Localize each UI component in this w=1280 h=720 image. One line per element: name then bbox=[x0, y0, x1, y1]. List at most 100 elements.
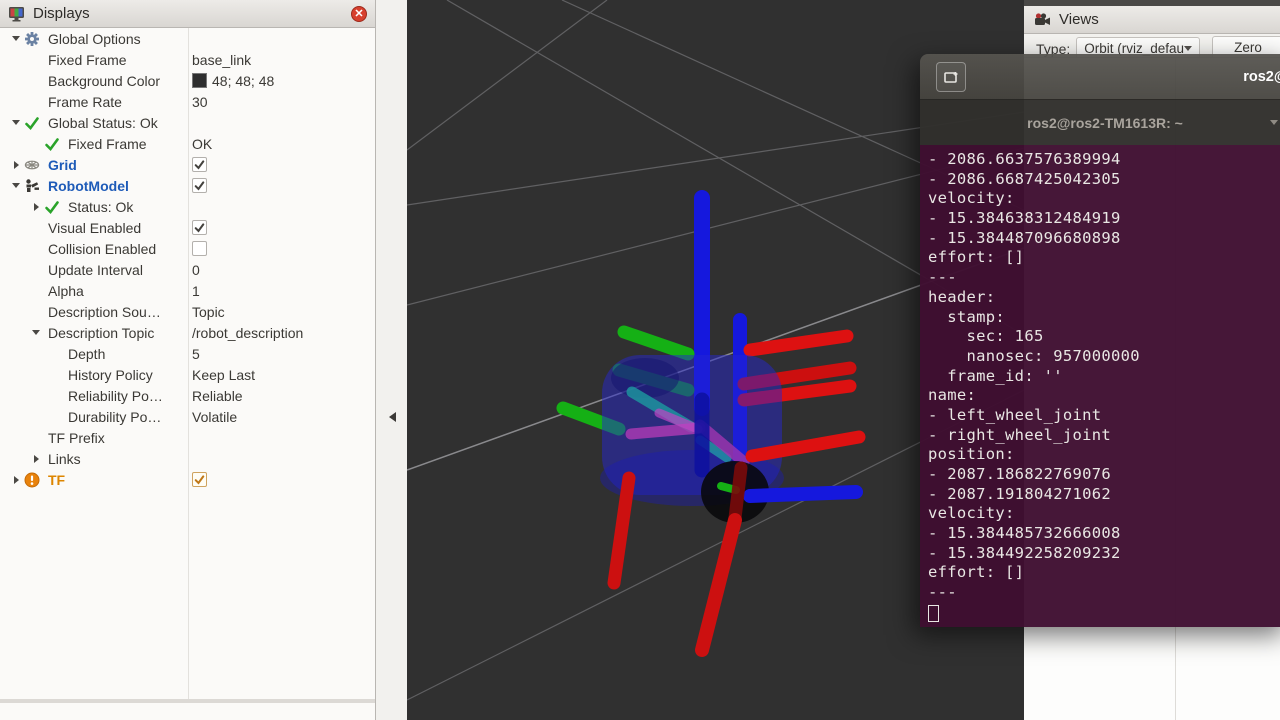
tree-row-collision-enabled[interactable]: Collision Enabled bbox=[0, 238, 375, 259]
property-value[interactable]: 5 bbox=[192, 346, 200, 362]
tree-row-description-topic[interactable]: Description Topic/robot_description bbox=[0, 322, 375, 343]
tree-row-label: Frame Rate bbox=[48, 94, 122, 110]
tree-row-global-status-ok[interactable]: Global Status: Ok bbox=[0, 112, 375, 133]
views-panel-icon bbox=[1034, 12, 1051, 28]
property-value[interactable]: OK bbox=[192, 136, 212, 152]
terminal-window-title: ros2@ bbox=[1243, 54, 1280, 100]
check-icon bbox=[24, 115, 44, 131]
rviz-application-window: Displays ✕ Global Options Fixed Frame base… bbox=[0, 0, 1280, 720]
close-icon[interactable]: ✕ bbox=[351, 6, 367, 22]
checkbox-visual-enabled[interactable] bbox=[192, 220, 207, 235]
terminal-window: ros2@ ros2@ros2-TM1613R: ~ - 2086.663757… bbox=[920, 54, 1280, 627]
property-value[interactable]: Reliable bbox=[192, 388, 243, 404]
expander-closed-icon[interactable] bbox=[8, 476, 24, 484]
terminal-output[interactable]: - 2086.6637576389994- 2086.6687425042305… bbox=[920, 145, 1280, 627]
terminal-line: header: bbox=[928, 288, 1280, 308]
tree-row-links[interactable]: Links bbox=[0, 448, 375, 469]
tree-row-fixed-frame[interactable]: Fixed Frame OK bbox=[0, 133, 375, 154]
terminal-tab[interactable]: ros2@ros2-TM1613R: ~ bbox=[1027, 115, 1183, 131]
tree-row-global-options[interactable]: Global Options bbox=[0, 28, 375, 49]
property-value[interactable]: 30 bbox=[192, 94, 208, 110]
terminal-header-bar[interactable]: ros2@ bbox=[920, 54, 1280, 100]
panel-splitter[interactable] bbox=[376, 0, 407, 720]
tree-row-label: Background Color bbox=[48, 73, 160, 89]
tree-row-status-ok[interactable]: Status: Ok bbox=[0, 196, 375, 217]
displays-panel-title: Displays bbox=[33, 5, 343, 22]
tree-row-background-color[interactable]: Background Color 48; 48; 48 bbox=[0, 70, 375, 91]
tree-row-durability-po[interactable]: Durability Po… Volatile bbox=[0, 406, 375, 427]
tree-row-label: Status: Ok bbox=[68, 199, 133, 215]
expander-open-icon[interactable] bbox=[28, 330, 44, 335]
displays-panel-titlebar[interactable]: Displays ✕ bbox=[0, 0, 375, 28]
checkbox-collision-enabled[interactable] bbox=[192, 241, 207, 256]
new-tab-icon bbox=[943, 69, 960, 85]
tree-row-reliability-po[interactable]: Reliability Po… Reliable bbox=[0, 385, 375, 406]
tree-row-description-sou[interactable]: Description Sou…Topic bbox=[0, 301, 375, 322]
robot-icon bbox=[24, 178, 44, 194]
tree-row-label: Reliability Po… bbox=[68, 388, 163, 404]
tree-row-label: TF bbox=[48, 472, 65, 488]
expander-open-icon[interactable] bbox=[8, 120, 24, 125]
terminal-line: - 2086.6687425042305 bbox=[928, 170, 1280, 190]
property-value[interactable]: Topic bbox=[192, 304, 225, 320]
color-swatch bbox=[192, 73, 207, 88]
tree-row-label: Global Options bbox=[48, 31, 141, 47]
expander-closed-icon[interactable] bbox=[28, 455, 44, 463]
tree-row-label: Durability Po… bbox=[68, 409, 161, 425]
collapse-left-icon[interactable] bbox=[389, 412, 396, 422]
tree-row-depth[interactable]: Depth 5 bbox=[0, 343, 375, 364]
tree-row-label: Grid bbox=[48, 157, 77, 173]
expander-open-icon[interactable] bbox=[8, 36, 24, 41]
checkbox-grid[interactable] bbox=[192, 157, 207, 172]
property-value[interactable]: 48; 48; 48 bbox=[212, 73, 274, 89]
expander-closed-icon[interactable] bbox=[8, 161, 24, 169]
displays-panel-bottom-splitter[interactable] bbox=[0, 699, 375, 720]
tab-list-chevron-icon[interactable] bbox=[1270, 120, 1278, 125]
property-value[interactable]: 1 bbox=[192, 283, 200, 299]
terminal-line: position: bbox=[928, 445, 1280, 465]
terminal-line: - 2087.186822769076 bbox=[928, 465, 1280, 485]
terminal-line: effort: [] bbox=[928, 563, 1280, 583]
tree-row-history-policy[interactable]: History PolicyKeep Last bbox=[0, 364, 375, 385]
tree-row-tf[interactable]: TF bbox=[0, 469, 375, 490]
tree-row-label: Collision Enabled bbox=[48, 241, 156, 257]
check-icon bbox=[44, 199, 64, 215]
tree-row-robotmodel[interactable]: RobotModel bbox=[0, 175, 375, 196]
robot-model bbox=[563, 198, 859, 650]
views-panel-titlebar[interactable]: Views bbox=[1024, 6, 1280, 34]
checkbox-robotmodel[interactable] bbox=[192, 178, 207, 193]
property-value[interactable]: Keep Last bbox=[192, 367, 255, 383]
terminal-line: - 15.384485732666008 bbox=[928, 524, 1280, 544]
terminal-line: - right_wheel_joint bbox=[928, 426, 1280, 446]
terminal-cursor bbox=[928, 605, 939, 622]
tree-row-label: Depth bbox=[68, 346, 105, 362]
tree-row-fixed-frame[interactable]: Fixed Frame base_link bbox=[0, 49, 375, 70]
terminal-line: velocity: bbox=[928, 189, 1280, 209]
property-value[interactable]: /robot_description bbox=[192, 325, 303, 341]
tree-row-tf-prefix[interactable]: TF Prefix bbox=[0, 427, 375, 448]
expander-open-icon[interactable] bbox=[8, 183, 24, 188]
property-value[interactable]: Volatile bbox=[192, 409, 237, 425]
tree-row-label: Fixed Frame bbox=[68, 136, 147, 152]
checkbox-tf[interactable] bbox=[192, 472, 207, 487]
displays-property-tree: Global Options Fixed Frame base_link Backgr… bbox=[0, 28, 375, 700]
terminal-line: nanosec: 957000000 bbox=[928, 347, 1280, 367]
tree-row-alpha[interactable]: Alpha 1 bbox=[0, 280, 375, 301]
tree-row-grid[interactable]: Grid bbox=[0, 154, 375, 175]
tree-row-visual-enabled[interactable]: Visual Enabled bbox=[0, 217, 375, 238]
property-value[interactable]: base_link bbox=[192, 52, 251, 68]
tree-row-update-interval[interactable]: Update Interval 0 bbox=[0, 259, 375, 280]
new-tab-button[interactable] bbox=[936, 62, 966, 92]
terminal-line: --- bbox=[928, 268, 1280, 288]
tree-row-label: Alpha bbox=[48, 283, 84, 299]
expander-closed-icon[interactable] bbox=[28, 203, 44, 211]
terminal-line: - 15.384492258209232 bbox=[928, 544, 1280, 564]
property-value[interactable]: 0 bbox=[192, 262, 200, 278]
tree-row-label: Fixed Frame bbox=[48, 52, 127, 68]
tree-row-label: Global Status: Ok bbox=[48, 115, 158, 131]
tree-row-label: Links bbox=[48, 451, 81, 467]
terminal-line: name: bbox=[928, 386, 1280, 406]
tree-row-frame-rate[interactable]: Frame Rate 30 bbox=[0, 91, 375, 112]
tree-row-label: Update Interval bbox=[48, 262, 143, 278]
displays-panel-icon bbox=[8, 6, 25, 22]
